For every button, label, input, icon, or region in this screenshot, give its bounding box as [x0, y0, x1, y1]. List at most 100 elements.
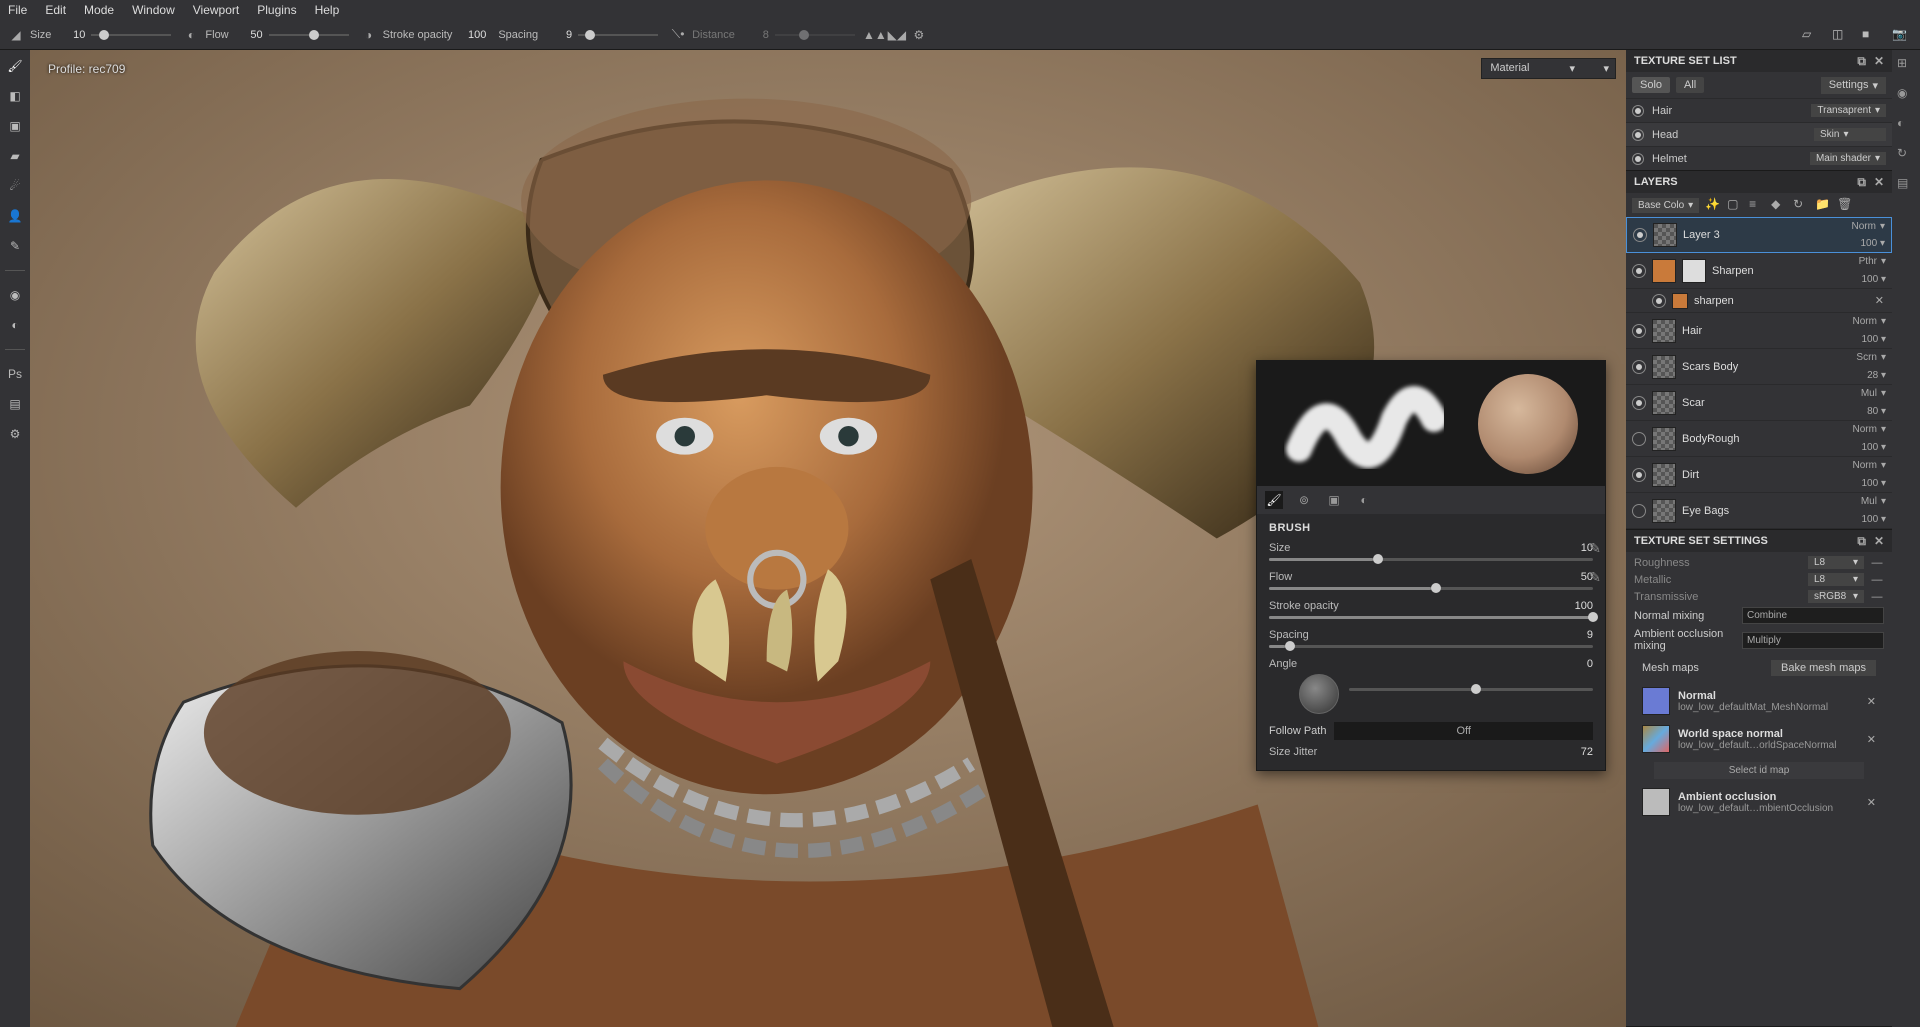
- brush-stroke-value[interactable]: 100: [1575, 600, 1593, 612]
- blend-mode[interactable]: Scrn: [1856, 352, 1877, 363]
- layer-visibility-icon[interactable]: [1632, 264, 1646, 278]
- tab-display-icon[interactable]: ◐: [1897, 116, 1915, 134]
- size-slider[interactable]: [91, 34, 171, 36]
- folder-icon[interactable]: 📁: [1815, 197, 1831, 213]
- layer-visibility-icon[interactable]: [1632, 432, 1646, 446]
- menu-file[interactable]: File: [8, 3, 27, 17]
- cube-icon[interactable]: ◫: [1832, 27, 1852, 43]
- chevron-down-icon[interactable]: ▾: [1881, 424, 1886, 435]
- material-icon[interactable]: ◉: [5, 285, 25, 305]
- layer-opacity[interactable]: 100: [1861, 238, 1878, 249]
- remove-channel-icon[interactable]: —: [1870, 557, 1884, 569]
- layer-thumbnail[interactable]: [1652, 391, 1676, 415]
- blend-mode[interactable]: Pthr: [1859, 256, 1877, 267]
- visibility-toggle[interactable]: [1632, 153, 1644, 165]
- flow-value[interactable]: 50: [235, 29, 263, 41]
- symmetry-options-icon[interactable]: ⚙: [911, 27, 927, 43]
- blend-mode[interactable]: Norm: [1853, 316, 1877, 327]
- blend-mode[interactable]: Norm: [1853, 460, 1877, 471]
- layer-row[interactable]: BodyRough Norm▾ 100 ▾: [1626, 421, 1892, 457]
- chevron-down-icon[interactable]: ▾: [1880, 221, 1885, 232]
- brush-stroke-slider[interactable]: [1269, 616, 1593, 619]
- brush-tab-brush-icon[interactable]: 🖌: [1265, 491, 1283, 509]
- panel-close-icon[interactable]: ✕: [1874, 54, 1884, 69]
- remove-channel-icon[interactable]: —: [1870, 574, 1884, 586]
- picker-tool-icon[interactable]: ✎: [5, 236, 25, 256]
- chevron-down-icon[interactable]: ▾: [1881, 514, 1886, 525]
- menu-viewport[interactable]: Viewport: [193, 3, 239, 17]
- menu-plugins[interactable]: Plugins: [257, 3, 296, 17]
- remove-channel-icon[interactable]: —: [1870, 591, 1884, 603]
- mask-icon[interactable]: ◐: [5, 315, 25, 335]
- layer-name[interactable]: Scar: [1682, 397, 1886, 409]
- blend-mode[interactable]: Norm: [1853, 424, 1877, 435]
- panel-undock-icon[interactable]: ⧉: [1857, 175, 1866, 190]
- layer-effect-row[interactable]: sharpen ✕: [1626, 289, 1892, 313]
- layer-row[interactable]: Dirt Norm▾ 100 ▾: [1626, 457, 1892, 493]
- layer-visibility-icon[interactable]: [1652, 294, 1666, 308]
- solo-button[interactable]: Solo: [1632, 77, 1670, 93]
- layer-visibility-icon[interactable]: [1633, 228, 1647, 242]
- delete-icon[interactable]: 🗑: [1837, 197, 1853, 213]
- smudge-tool-icon[interactable]: ☄: [5, 176, 25, 196]
- layer-visibility-icon[interactable]: [1632, 360, 1646, 374]
- layer-row[interactable]: Scars Body Scrn ▾ 28 ▾: [1626, 349, 1892, 385]
- texture-settings-dropdown[interactable]: Settings▾: [1821, 77, 1886, 94]
- layer-visibility-icon[interactable]: [1632, 468, 1646, 482]
- layer-opacity[interactable]: 80: [1867, 406, 1878, 417]
- chevron-down-icon[interactable]: ▾: [1881, 352, 1886, 363]
- tab-viewer-icon[interactable]: ◉: [1897, 86, 1915, 104]
- chevron-down-icon[interactable]: ▾: [1880, 238, 1885, 249]
- layer-opacity[interactable]: 100: [1862, 442, 1879, 453]
- pressure-icon[interactable]: ✎: [1589, 540, 1601, 557]
- layer-visibility-icon[interactable]: [1632, 396, 1646, 410]
- shader-select[interactable]: Main shader▾: [1810, 152, 1886, 165]
- chevron-down-icon[interactable]: ▾: [1881, 334, 1886, 345]
- menu-edit[interactable]: Edit: [45, 3, 66, 17]
- brush-spacing-slider[interactable]: [1269, 645, 1593, 648]
- layer-row[interactable]: Sharpen Pthr▾ 100 ▾: [1626, 253, 1892, 289]
- brush-angle-dial[interactable]: [1299, 674, 1339, 714]
- menu-mode[interactable]: Mode: [84, 3, 114, 17]
- layer-opacity[interactable]: 100: [1862, 514, 1879, 525]
- channel-format-select[interactable]: sRGB8▾: [1808, 590, 1864, 603]
- select-id-map-button[interactable]: Select id map: [1654, 762, 1864, 779]
- layer-thumbnail[interactable]: [1653, 223, 1677, 247]
- chevron-down-icon[interactable]: ▾: [1881, 256, 1886, 267]
- menu-help[interactable]: Help: [315, 3, 340, 17]
- screenshot-icon[interactable]: 📷: [1892, 27, 1912, 43]
- add-mask-icon[interactable]: ▢: [1727, 197, 1743, 213]
- layer-opacity[interactable]: 100: [1862, 274, 1879, 285]
- settings-icon[interactable]: ⚙: [5, 424, 25, 444]
- mesh-map-row[interactable]: World space normal low_low_default…orldS…: [1634, 722, 1884, 756]
- camera-icon[interactable]: ■: [1862, 27, 1882, 43]
- brush-flow-slider[interactable]: [1269, 587, 1593, 590]
- fill-tool-icon[interactable]: ▰: [5, 146, 25, 166]
- brush-tab-alpha-icon[interactable]: ⊚: [1295, 491, 1313, 509]
- paint-tool-icon[interactable]: 🖌: [5, 56, 25, 76]
- brush-size-slider[interactable]: [1269, 558, 1593, 561]
- visibility-toggle[interactable]: [1632, 129, 1644, 141]
- blend-mode[interactable]: Mul: [1861, 496, 1877, 507]
- add-smart-icon[interactable]: ↻: [1793, 197, 1809, 213]
- brush-tab-material-icon[interactable]: ◐: [1355, 491, 1373, 509]
- clone-tool-icon[interactable]: 👤: [5, 206, 25, 226]
- send-to-ps-icon[interactable]: Ps: [5, 364, 25, 384]
- mesh-map-row[interactable]: Normal low_low_defaultMat_MeshNormal ✕: [1634, 684, 1884, 718]
- layer-thumbnail[interactable]: [1652, 463, 1676, 487]
- lazy-mouse-icon[interactable]: ⟍•: [670, 27, 686, 43]
- mesh-map-row[interactable]: Ambient occlusion low_low_default…mbient…: [1634, 785, 1884, 819]
- add-fill-icon[interactable]: ◆: [1771, 197, 1787, 213]
- remove-icon[interactable]: ✕: [1867, 733, 1876, 746]
- layer-opacity[interactable]: 28: [1867, 370, 1878, 381]
- chevron-down-icon[interactable]: ▾: [1881, 370, 1886, 381]
- follow-path-toggle[interactable]: Off: [1334, 722, 1593, 740]
- layer-name[interactable]: Scars Body: [1682, 361, 1886, 373]
- brush-spacing-value[interactable]: 9: [1587, 629, 1593, 641]
- layer-row[interactable]: Hair Norm▾ 100 ▾: [1626, 313, 1892, 349]
- channel-format-select[interactable]: L8▾: [1808, 556, 1864, 569]
- brush-tab-stencil-icon[interactable]: ▣: [1325, 491, 1343, 509]
- blend-mode[interactable]: Mul: [1861, 388, 1877, 399]
- resource-icon[interactable]: ▤: [5, 394, 25, 414]
- chevron-down-icon[interactable]: ▾: [1881, 496, 1886, 507]
